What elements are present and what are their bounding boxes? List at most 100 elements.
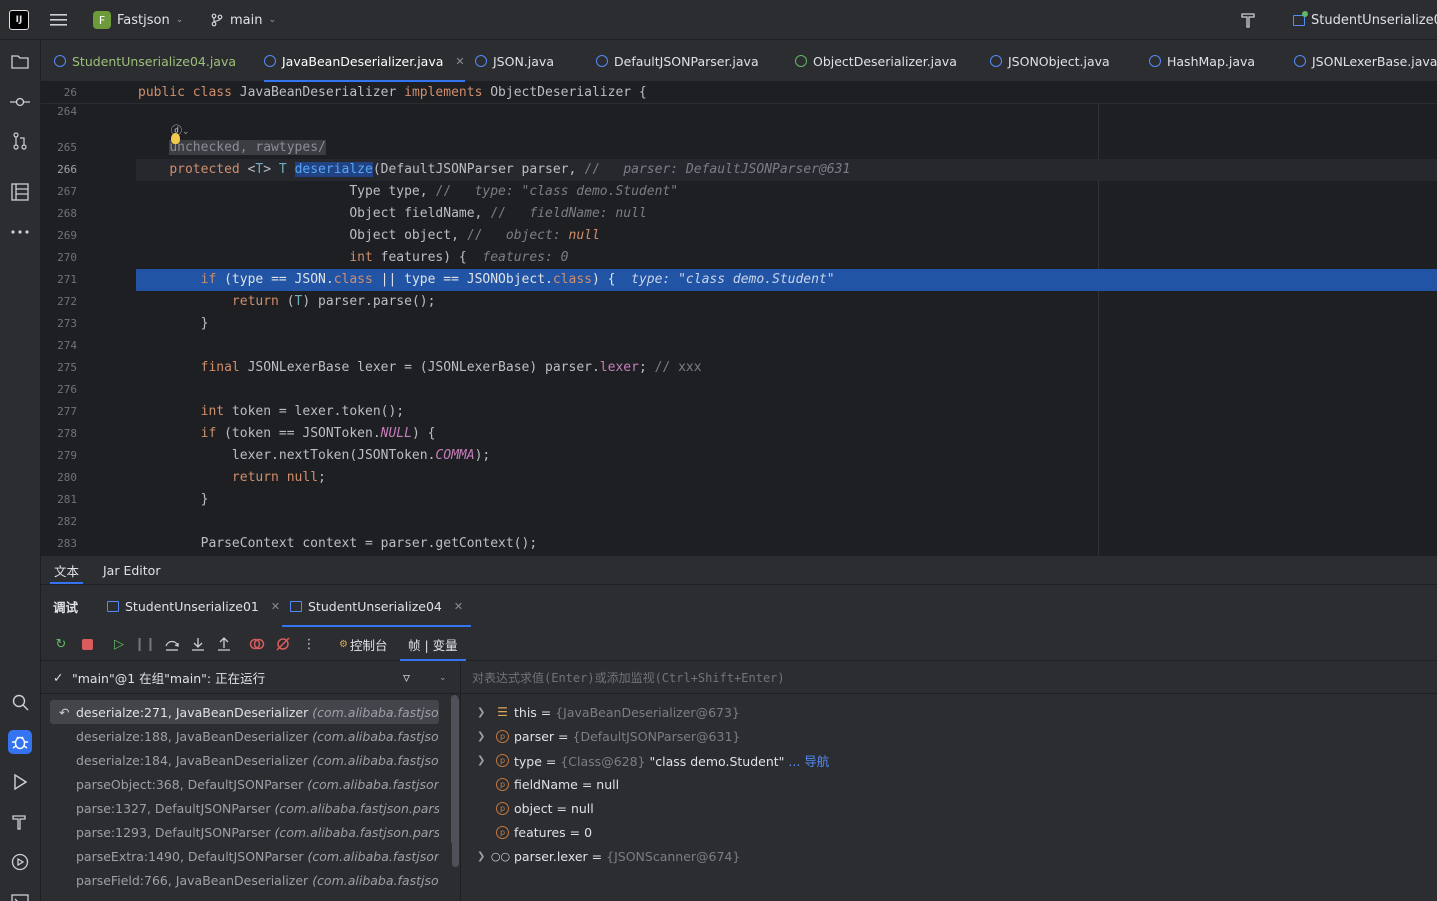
variable-row[interactable]: p features = 0: [462, 820, 1437, 844]
frame-method: parseObject:368, DefaultJSONParser: [76, 776, 304, 792]
structure-tool-icon[interactable]: [8, 180, 32, 204]
variable-row[interactable]: p object = null: [462, 796, 1437, 820]
terminal-tool-icon[interactable]: [8, 890, 32, 901]
expand-arrow-icon[interactable]: ❯: [477, 707, 485, 718]
hammer-icon: [1241, 13, 1255, 28]
step-into-icon[interactable]: [188, 634, 208, 654]
class-icon: [1149, 55, 1161, 67]
stack-frame[interactable]: parse:1293, DefaultJSONParser (com.alibab…: [50, 820, 439, 844]
variable-row[interactable]: ❯ p type = {Class@628} "class demo.Stude…: [462, 748, 1437, 772]
main-menu-button[interactable]: [50, 0, 68, 40]
code-editor[interactable]: 26 public class JavaBeanDeserializer imp…: [41, 82, 1437, 555]
stack-frame[interactable]: parseExtra:1490, DefaultJSONParser (com.a…: [50, 844, 439, 868]
variable-value: 0: [584, 824, 593, 840]
tab-label: StudentUnserialize04.java: [72, 53, 237, 69]
filter-icon[interactable]: ▿: [403, 670, 410, 686]
session-tab-studentunserialize04[interactable]: StudentUnserialize04 ✕: [281, 585, 472, 627]
stack-frame[interactable]: deserialze:188, JavaBeanDeserializer (com…: [50, 724, 439, 748]
code-line-272: return (T) parser.parse();: [231, 294, 436, 309]
expand-arrow-icon[interactable]: ❯: [477, 851, 485, 862]
tab-text[interactable]: 文本: [49, 556, 84, 584]
class-icon: [596, 55, 608, 67]
variable-name: object: [514, 800, 553, 816]
variable-row[interactable]: ❯ p parser = {DefaultJSONParser@631}: [462, 724, 1437, 748]
navigate-link[interactable]: ... 导航: [784, 754, 829, 769]
view-breakpoints-icon[interactable]: [247, 634, 267, 654]
resume-icon[interactable]: ▷: [109, 634, 129, 654]
tab-studentunserialize04[interactable]: StudentUnserialize04.java: [54, 40, 236, 82]
line-number: 270: [57, 251, 77, 264]
frame-method: parse:1293, DefaultJSONParser: [76, 824, 271, 840]
branch-selector[interactable]: main ⌄: [210, 0, 276, 40]
stack-frame[interactable]: deserialze:184, JavaBeanDeserializer (com…: [50, 748, 439, 772]
tab-hashmap[interactable]: HashMap.java: [1149, 40, 1255, 82]
stack-frame[interactable]: ↶ deserialze:271, JavaBeanDeserializer (c…: [50, 700, 439, 724]
tab-defaultjsonparser[interactable]: DefaultJSONParser.java: [596, 40, 759, 82]
inline-hint: parser: DefaultJSONParser@631: [623, 162, 851, 177]
frame-method: deserialze:271, JavaBeanDeserializer: [76, 704, 309, 720]
stack-frame[interactable]: parseObject:368, DefaultJSONParser (com.a…: [50, 772, 439, 796]
pause-icon[interactable]: ❙❙: [134, 634, 156, 654]
search-icon[interactable]: [8, 690, 32, 714]
pull-requests-icon[interactable]: [8, 129, 32, 153]
variable-row[interactable]: p fieldName = null: [462, 772, 1437, 796]
tab-jar-editor[interactable]: Jar Editor: [103, 556, 160, 584]
stack-frame[interactable]: parseField:766, JavaBeanDeserializer (com…: [50, 868, 439, 892]
run-config-selector[interactable]: StudentUnserialize04: [1293, 0, 1437, 40]
variable-value: "class demo.Student": [645, 753, 785, 769]
evaluate-expression-input[interactable]: 对表达式求值(Enter)或添加监视(Ctrl+Shift+Enter): [462, 662, 1437, 694]
project-selector[interactable]: F Fastjson ⌄: [93, 0, 183, 40]
close-icon[interactable]: ✕: [271, 600, 280, 613]
git-branch-icon: [211, 13, 223, 27]
tab-jsonobject[interactable]: JSONObject.java: [990, 40, 1110, 82]
step-over-icon[interactable]: [162, 634, 182, 654]
scrollbar-thumb[interactable]: [452, 697, 459, 867]
more-actions-icon[interactable]: ⋮: [299, 634, 319, 654]
interface-icon: [795, 55, 807, 67]
run-config-icon: [1293, 10, 1308, 26]
app-logo[interactable]: IJ: [9, 0, 29, 40]
more-tools-icon[interactable]: [8, 220, 32, 244]
services-tool-icon[interactable]: [8, 850, 32, 874]
chevron-down-icon[interactable]: ⌄: [439, 673, 447, 683]
code-line-277: int token = lexer.token();: [200, 404, 405, 419]
expand-arrow-icon[interactable]: ❯: [477, 731, 485, 742]
mute-breakpoints-icon[interactable]: [273, 634, 293, 654]
debug-tool-icon[interactable]: [8, 730, 32, 754]
tab-javabeandeserializer[interactable]: JavaBeanDeserializer.java ✕: [264, 40, 465, 82]
parameter-icon: p: [496, 777, 509, 791]
expand-arrow-icon[interactable]: ❯: [477, 755, 485, 766]
variable-eq: =: [554, 728, 573, 744]
close-icon[interactable]: ✕: [455, 55, 464, 68]
stop-icon[interactable]: [77, 634, 97, 654]
sticky-class-header[interactable]: 26 public class JavaBeanDeserializer imp…: [41, 82, 1437, 104]
build-tool-icon[interactable]: [8, 810, 32, 834]
variable-row[interactable]: ❯ ☰ this = {JavaBeanDeserializer@673}: [462, 700, 1437, 724]
rerun-icon[interactable]: ↻: [51, 634, 71, 654]
step-out-icon[interactable]: [214, 634, 234, 654]
tab-objectdeserializer[interactable]: ObjectDeserializer.java: [795, 40, 957, 82]
lightbulb-icon[interactable]: [171, 133, 180, 144]
commit-tool-icon[interactable]: [8, 90, 32, 114]
line-number: 277: [57, 405, 77, 418]
frame-package: (com.alibaba.fastjson.pa: [307, 848, 439, 864]
build-button[interactable]: [1240, 0, 1258, 40]
inline-hint: object:: [505, 228, 569, 243]
close-icon[interactable]: ✕: [454, 600, 463, 613]
frames-variables-tab[interactable]: 帧 | 变量: [400, 627, 466, 661]
session-tab-studentunserialize01[interactable]: StudentUnserialize01 ✕: [107, 585, 280, 627]
thread-selector[interactable]: ✓ "main"@1 在组"main": 正在运行 ▿ ⌄: [41, 662, 461, 694]
run-tool-icon[interactable]: [8, 770, 32, 794]
console-tab[interactable]: ⚙ 控制台: [339, 627, 387, 661]
variables-scrollbar[interactable]: [452, 695, 459, 901]
tab-jsonlexerbase[interactable]: JSONLexerBase.java: [1294, 40, 1437, 82]
tab-json[interactable]: JSON.java: [475, 40, 554, 82]
line-number: 274: [57, 339, 77, 352]
stack-frame[interactable]: parse:1327, DefaultJSONParser (com.alibab…: [50, 796, 439, 820]
variable-row[interactable]: ❯ ○○ parser.lexer = {JSONScanner@674}: [462, 844, 1437, 868]
variable-ref: {JSONScanner@674}: [606, 848, 741, 864]
project-tool-icon[interactable]: [8, 50, 32, 74]
code-line-283: ParseContext context = parser.getContext…: [138, 536, 538, 551]
method-name[interactable]: deserialze: [294, 162, 373, 177]
chevron-down-icon: ⌄: [175, 15, 184, 25]
